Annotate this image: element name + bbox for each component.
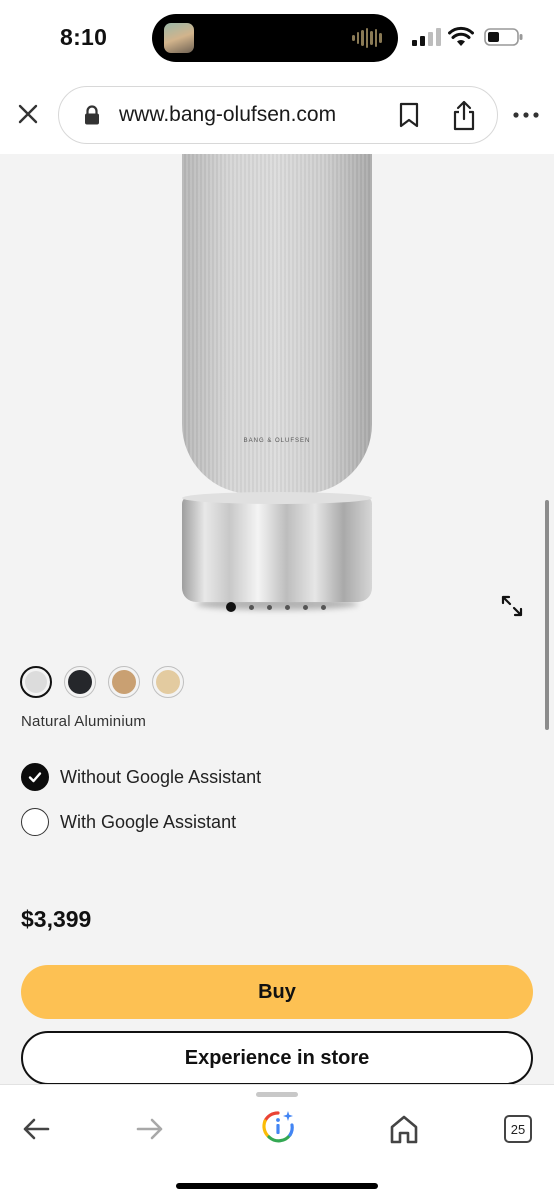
gallery-dot[interactable] <box>285 604 290 610</box>
radio-unselected[interactable] <box>21 808 49 836</box>
brand-mark: BANG & OLUFSEN <box>243 438 311 444</box>
swatch-fill <box>156 670 180 694</box>
tabs-icon[interactable]: 25 <box>504 1115 532 1143</box>
dynamic-island[interactable] <box>152 14 398 62</box>
swatch-gold[interactable] <box>152 666 184 698</box>
experience-in-store-button[interactable]: Experience in store <box>21 1031 533 1085</box>
checkmark-icon <box>28 772 42 783</box>
bookmark-icon[interactable] <box>397 101 421 129</box>
swatch-fill <box>68 670 92 694</box>
swatch-bronze[interactable] <box>108 666 140 698</box>
lock-icon <box>85 105 99 125</box>
share-icon[interactable] <box>451 99 477 131</box>
gallery-dot[interactable] <box>267 604 272 610</box>
swatch-black[interactable] <box>64 666 96 698</box>
option-with-google-assistant[interactable]: With Google Assistant <box>21 807 236 837</box>
google-lens-icon[interactable] <box>260 1109 296 1145</box>
option-label: Without Google Assistant <box>60 766 262 787</box>
gallery-pagination[interactable] <box>226 602 326 612</box>
radio-selected[interactable] <box>21 763 49 791</box>
forward-arrow-icon[interactable] <box>134 1115 166 1143</box>
status-bar: 8:10 <box>0 0 554 78</box>
gallery-dot[interactable] <box>249 604 254 610</box>
status-time: 8:10 <box>60 24 108 50</box>
home-indicator[interactable] <box>176 1183 378 1189</box>
gallery-dot[interactable] <box>303 604 308 610</box>
speaker-base-rim <box>182 492 372 504</box>
address-bar[interactable]: www.bang-olufsen.com <box>58 86 498 144</box>
product-image-gallery[interactable]: BANG & OLUFSEN <box>0 154 554 634</box>
home-icon[interactable] <box>388 1113 420 1145</box>
close-icon[interactable] <box>14 100 42 128</box>
product-price: $3,399 <box>21 906 92 932</box>
option-without-google-assistant[interactable]: Without Google Assistant <box>21 762 261 792</box>
color-swatches <box>20 666 184 698</box>
url-text: www.bang-olufsen.com <box>119 103 337 126</box>
gallery-dot[interactable] <box>226 602 236 612</box>
gallery-dot[interactable] <box>321 604 326 610</box>
audio-waveform-icon <box>352 28 383 48</box>
more-icon[interactable] <box>512 104 540 126</box>
buy-button[interactable]: Buy <box>21 965 533 1019</box>
speaker-aluminium-base <box>182 496 372 602</box>
cellular-signal-icon <box>412 28 441 46</box>
browser-toolbar: www.bang-olufsen.com <box>0 78 554 154</box>
now-playing-artwork <box>164 23 194 53</box>
option-label: With Google Assistant <box>60 811 237 832</box>
tab-count: 25 <box>510 1121 526 1137</box>
swatch-fill <box>112 670 136 694</box>
selected-color-name: Natural Aluminium <box>21 713 147 730</box>
expand-icon[interactable] <box>500 594 524 618</box>
swatch-fill <box>25 671 47 693</box>
scrollbar[interactable] <box>545 500 549 730</box>
back-arrow-icon[interactable] <box>20 1115 52 1143</box>
battery-icon <box>484 28 523 46</box>
wifi-icon <box>448 26 474 46</box>
swatch-natural-aluminium[interactable] <box>20 666 52 698</box>
sheet-handle[interactable] <box>256 1092 298 1097</box>
